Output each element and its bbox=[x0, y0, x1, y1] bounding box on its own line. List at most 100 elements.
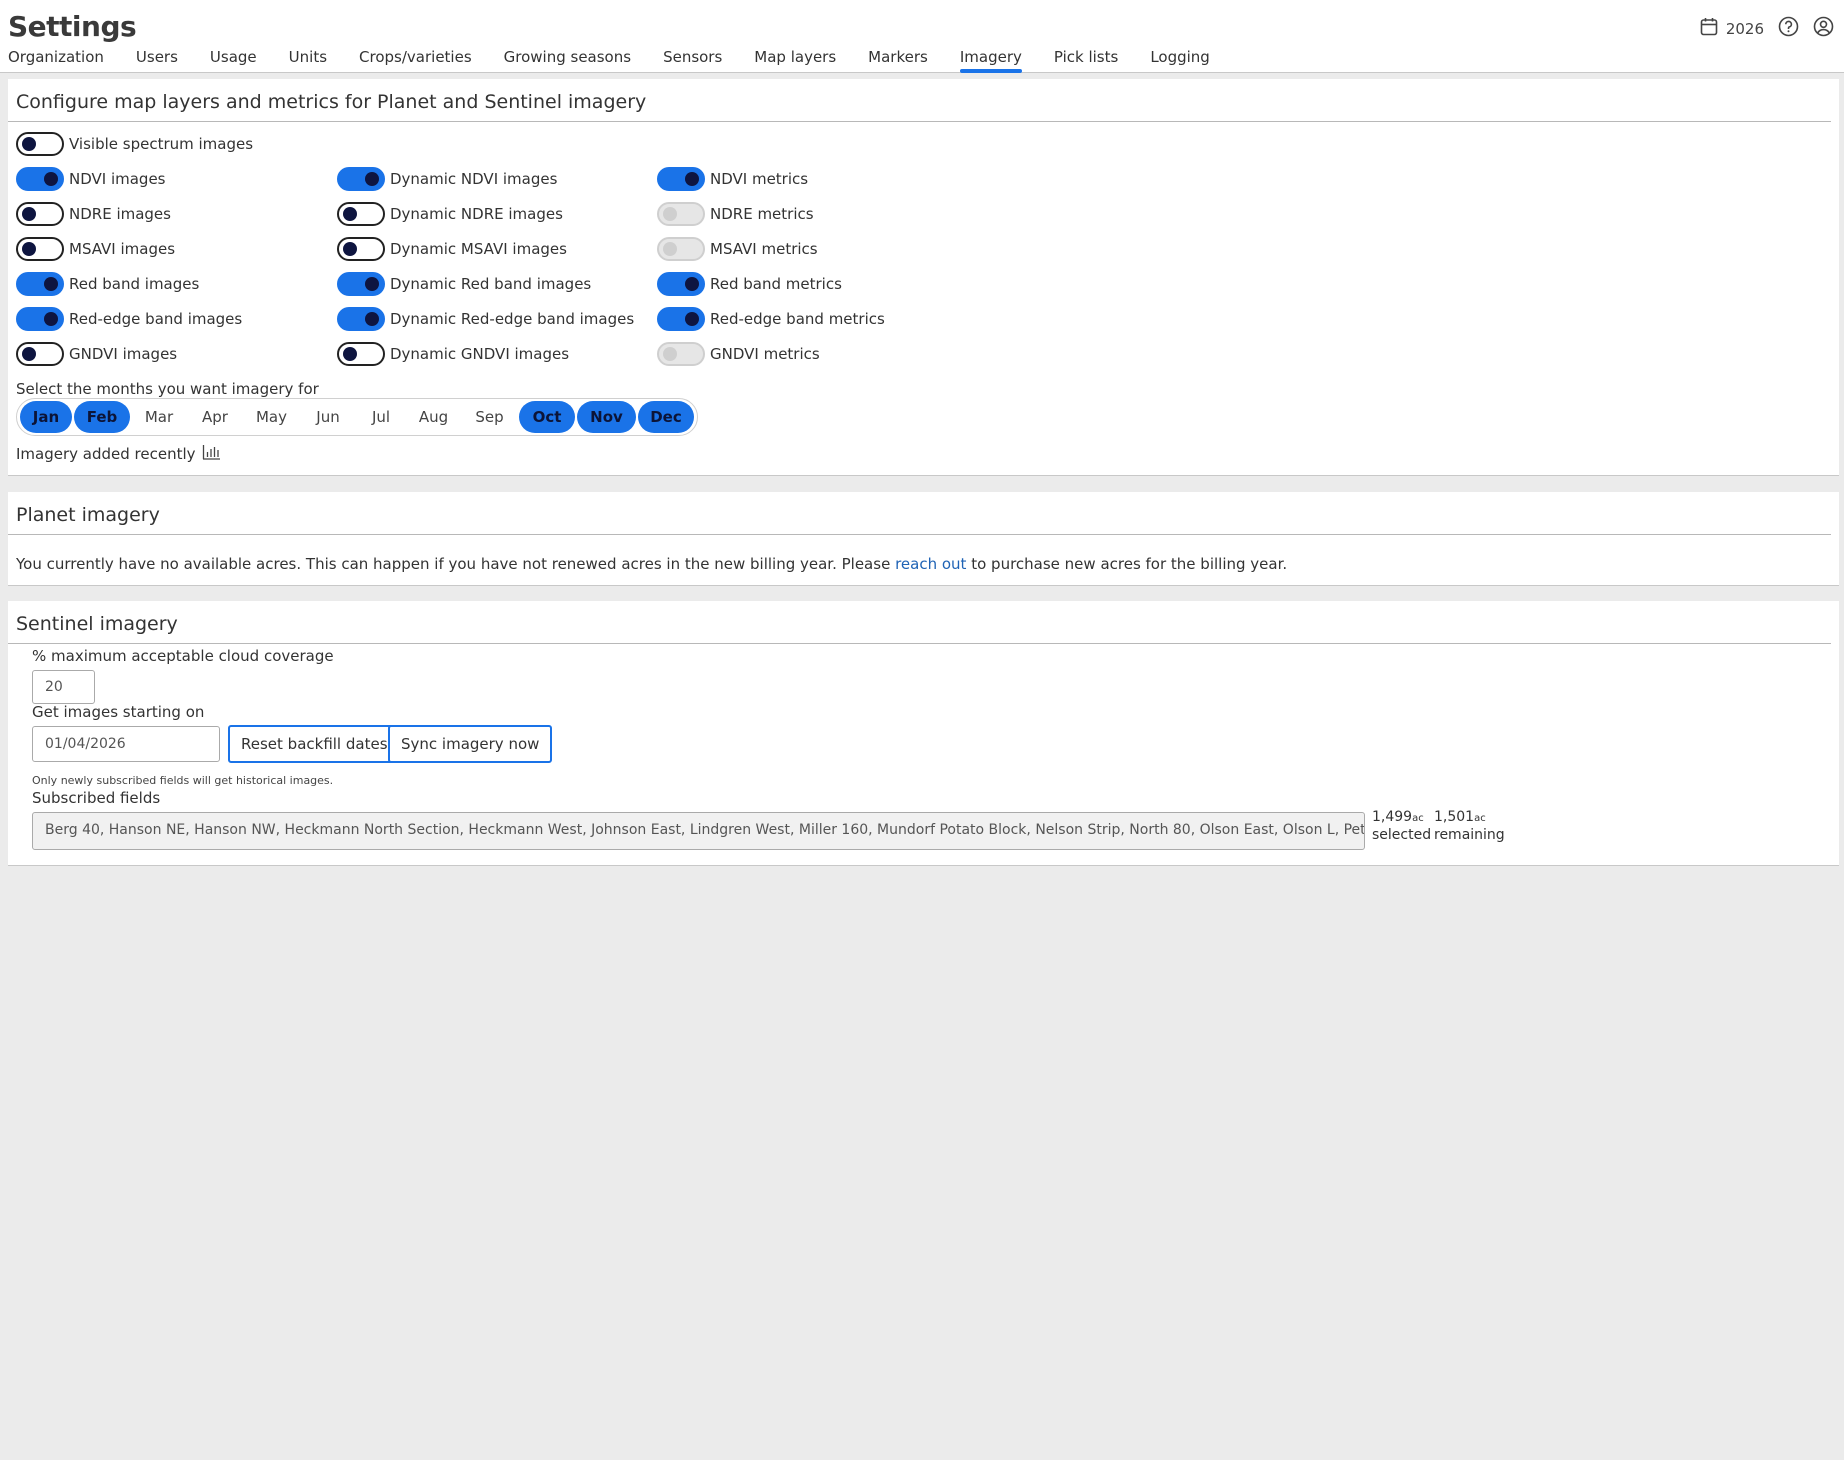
selected-acres-label: selected bbox=[1372, 827, 1432, 843]
switch-ndvi-images[interactable] bbox=[16, 167, 64, 191]
month-nov[interactable]: Nov bbox=[577, 401, 636, 433]
toggle-label: Red-edge band metrics bbox=[710, 310, 885, 328]
tab-crops-varieties[interactable]: Crops/varieties bbox=[359, 48, 472, 72]
switch-visible-spectrum-images[interactable] bbox=[16, 132, 64, 156]
switch-dynamic-gndvi-images[interactable] bbox=[337, 342, 385, 366]
historical-images-note: Only newly subscribed fields will get hi… bbox=[32, 774, 334, 787]
switch-knob bbox=[663, 347, 677, 361]
sync-imagery-button[interactable]: Sync imagery now bbox=[388, 725, 553, 763]
switch-knob bbox=[663, 207, 677, 221]
tab-logging[interactable]: Logging bbox=[1150, 48, 1210, 72]
settings-tabs: Organization Users Usage Units Crops/varieti… bbox=[8, 48, 1242, 73]
month-jan[interactable]: Jan bbox=[20, 401, 72, 433]
reset-backfill-button[interactable]: Reset backfill dates bbox=[228, 725, 401, 763]
switch-knob bbox=[22, 242, 36, 256]
page-title: Settings bbox=[8, 10, 137, 43]
toggle-label: Visible spectrum images bbox=[69, 135, 254, 153]
switch-knob bbox=[663, 242, 677, 256]
header-actions: 2026 bbox=[1700, 16, 1834, 41]
switch-knob bbox=[44, 172, 58, 186]
toggle-ndvi-images: NDVI images bbox=[16, 167, 166, 191]
month-selector: Jan Feb Mar Apr May Jun Jul Aug Sep Oct Nov Dec bbox=[16, 398, 698, 436]
toggle-gndvi-metrics: GNDVI metrics bbox=[657, 342, 820, 366]
year-value: 2026 bbox=[1725, 19, 1764, 38]
switch-dynamic-ndre-images[interactable] bbox=[337, 202, 385, 226]
cloud-coverage-input[interactable] bbox=[32, 670, 95, 704]
imagery-added-recently[interactable]: Imagery added recently bbox=[16, 444, 221, 464]
remaining-acres: 1,501ac remaining bbox=[1434, 809, 1505, 844]
year-selector[interactable]: 2026 bbox=[1700, 17, 1764, 40]
month-jul[interactable]: Jul bbox=[356, 401, 406, 433]
toggle-dynamic-gndvi-images: Dynamic GNDVI images bbox=[337, 342, 569, 366]
toggle-label: Dynamic GNDVI images bbox=[390, 345, 570, 363]
cloud-coverage-label: % maximum acceptable cloud coverage bbox=[32, 647, 334, 665]
switch-dynamic-red-edge-band-images[interactable] bbox=[337, 307, 385, 331]
switch-red-band-metrics[interactable] bbox=[657, 272, 705, 296]
month-mar[interactable]: Mar bbox=[131, 401, 187, 433]
switch-ndre-metrics bbox=[657, 202, 705, 226]
toggle-label: Dynamic NDVI images bbox=[390, 170, 558, 188]
switch-msavi-metrics bbox=[657, 237, 705, 261]
month-aug[interactable]: Aug bbox=[406, 401, 461, 433]
switch-knob bbox=[22, 347, 36, 361]
subscribed-fields-input[interactable]: Berg 40, Hanson NE, Hanson NW, Heckmann … bbox=[32, 812, 1365, 850]
month-dec[interactable]: Dec bbox=[638, 401, 694, 433]
month-jun[interactable]: Jun bbox=[300, 401, 356, 433]
switch-knob bbox=[685, 277, 699, 291]
toggle-label: Dynamic NDRE images bbox=[390, 205, 563, 223]
switch-red-edge-band-metrics[interactable] bbox=[657, 307, 705, 331]
tab-sensors[interactable]: Sensors bbox=[663, 48, 722, 72]
subscribed-fields-label: Subscribed fields bbox=[32, 789, 161, 807]
tab-growing-seasons[interactable]: Growing seasons bbox=[504, 48, 631, 72]
tab-imagery[interactable]: Imagery bbox=[959, 48, 1022, 73]
switch-knob bbox=[685, 312, 699, 326]
month-oct[interactable]: Oct bbox=[519, 401, 575, 433]
switch-gndvi-metrics bbox=[657, 342, 705, 366]
tab-map-layers[interactable]: Map layers bbox=[754, 48, 836, 72]
months-label: Select the months you want imagery for bbox=[16, 380, 319, 398]
bar-chart-icon[interactable] bbox=[202, 444, 221, 464]
month-feb[interactable]: Feb bbox=[74, 401, 130, 433]
planet-message-tail: to purchase new acres for the billing ye… bbox=[971, 555, 1288, 573]
toggle-gndvi-images: GNDVI images bbox=[16, 342, 177, 366]
switch-ndvi-metrics[interactable] bbox=[657, 167, 705, 191]
switch-red-band-images[interactable] bbox=[16, 272, 64, 296]
toggle-label: Red band images bbox=[69, 275, 200, 293]
month-apr[interactable]: Apr bbox=[187, 401, 243, 433]
switch-msavi-images[interactable] bbox=[16, 237, 64, 261]
switch-dynamic-msavi-images[interactable] bbox=[337, 237, 385, 261]
tab-pick-lists[interactable]: Pick lists bbox=[1054, 48, 1118, 72]
switch-ndre-images[interactable] bbox=[16, 202, 64, 226]
calendar-icon bbox=[1700, 17, 1718, 40]
toggle-label: GNDVI metrics bbox=[710, 345, 820, 363]
start-date-picker bbox=[32, 726, 246, 762]
remaining-acres-unit: ac bbox=[1474, 813, 1486, 824]
start-date-label: Get images starting on bbox=[32, 703, 205, 721]
tab-markers[interactable]: Markers bbox=[868, 48, 928, 72]
tab-organization[interactable]: Organization bbox=[8, 48, 104, 72]
toggle-label: Dynamic MSAVI images bbox=[390, 240, 567, 258]
toggle-label: NDVI images bbox=[69, 170, 166, 188]
layer-toggles: Visible spectrum images NDVI images Dynami… bbox=[8, 132, 1839, 372]
switch-dynamic-red-band-images[interactable] bbox=[337, 272, 385, 296]
toggle-visible-spectrum-images: Visible spectrum images bbox=[16, 132, 253, 156]
switch-dynamic-ndvi-images[interactable] bbox=[337, 167, 385, 191]
start-date-input[interactable] bbox=[33, 727, 231, 761]
switch-red-edge-band-images[interactable] bbox=[16, 307, 64, 331]
toggle-label: MSAVI metrics bbox=[710, 240, 818, 258]
reach-out-link[interactable]: reach out bbox=[895, 555, 966, 573]
toggle-label: NDVI metrics bbox=[710, 170, 809, 188]
switch-gndvi-images[interactable] bbox=[16, 342, 64, 366]
month-may[interactable]: May bbox=[243, 401, 300, 433]
tab-units[interactable]: Units bbox=[289, 48, 327, 72]
tab-usage[interactable]: Usage bbox=[210, 48, 257, 72]
account-icon[interactable] bbox=[1813, 16, 1834, 41]
imagery-config-section: Configure map layers and metrics for Pla… bbox=[8, 79, 1839, 476]
switch-knob bbox=[343, 242, 357, 256]
tab-users[interactable]: Users bbox=[136, 48, 178, 72]
selected-acres: 1,499ac selected bbox=[1372, 809, 1431, 844]
toggle-dynamic-red-edge-band-images: Dynamic Red-edge band images bbox=[337, 307, 634, 331]
help-icon[interactable] bbox=[1778, 16, 1799, 41]
month-sep[interactable]: Sep bbox=[461, 401, 518, 433]
switch-knob bbox=[343, 207, 357, 221]
